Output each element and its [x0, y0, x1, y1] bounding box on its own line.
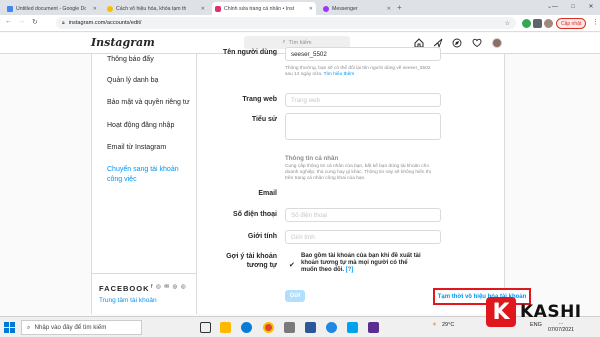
settings-card: Thông báo đẩy Quản lý danh bạ Bảo mật và… — [91, 47, 531, 314]
suggest-text: Bao gồm tài khoản của bạn khi đề xuất tà… — [301, 253, 421, 273]
word-icon[interactable] — [305, 322, 316, 333]
weather-icon[interactable]: ☀ — [432, 322, 437, 328]
task-view-icon[interactable] — [200, 322, 211, 333]
username-help-text: Thông thường, bạn sẽ có thể đổi lại tên … — [285, 66, 435, 78]
tab-title: Cách vô hiệu hóa, khóa tạm thời — [116, 5, 186, 12]
browser-tab-docs[interactable]: Untitled document - Google Do ✕ — [4, 2, 100, 15]
instagram-icon — [215, 5, 221, 12]
extensions-puzzle-icon[interactable] — [533, 19, 542, 28]
reload-icon[interactable]: ↻ — [32, 18, 38, 26]
username-label: Tên người dùng — [223, 49, 277, 56]
browser-tab-guide[interactable]: Cách vô hiệu hóa, khóa tạm thời ✕ — [104, 2, 208, 15]
tab-title: Messenger — [332, 5, 358, 12]
website-label: Trang web — [242, 96, 277, 103]
sidebar-item-push-notifications[interactable]: Thông báo đẩy — [107, 56, 154, 63]
update-label: Cập nhật — [561, 20, 582, 27]
app-icon[interactable] — [347, 322, 358, 333]
minimize-button[interactable]: — — [546, 0, 564, 15]
zalo-icon[interactable] — [326, 322, 337, 333]
gender-placeholder: Giới tính — [291, 233, 315, 241]
lock-icon: 🔒︎ — [62, 20, 65, 26]
close-icon[interactable]: ✕ — [309, 6, 313, 12]
extension-icon[interactable] — [522, 19, 531, 28]
personal-info-title: Thông tin cá nhân — [285, 155, 339, 162]
forward-icon[interactable]: → — [18, 18, 25, 25]
new-tab-button[interactable]: + — [397, 3, 402, 12]
explore-icon[interactable] — [451, 37, 462, 48]
personal-info-help: Cung cấp thông tin cá nhân của bạn, bất … — [285, 164, 431, 181]
settings-sidebar: Thông báo đẩy Quản lý danh bạ Bảo mật và… — [92, 54, 197, 314]
sidebar-item-privacy[interactable]: Bảo mật và quyền riêng tư — [107, 99, 190, 106]
search-icon: ⌕ — [27, 323, 31, 331]
phone-field[interactable]: Số điện thoại — [285, 208, 441, 222]
sidebar-item-emails[interactable]: Email từ Instagram — [107, 144, 166, 151]
browser-tab-strip: Untitled document - Google Do ✕ Cách vô … — [0, 0, 600, 15]
browser-toolbar: ← → ↻ 🔒︎ instagram.com/accounts/edit/ ☆ … — [0, 15, 600, 32]
phone-placeholder: Số điện thoại — [291, 211, 328, 219]
address-bar[interactable]: 🔒︎ instagram.com/accounts/edit/ ☆ — [56, 17, 516, 29]
search-placeholder: Tìm kiếm — [288, 39, 312, 46]
profile-avatar-icon[interactable] — [544, 19, 553, 28]
accounts-center-link[interactable]: Trung tâm tài khoản — [99, 297, 157, 304]
sidebar-item-login-activity[interactable]: Hoạt động đăng nhập — [107, 122, 174, 129]
tab-title: Untitled document - Google Do — [16, 5, 86, 12]
taskbar-search-placeholder: Nhập vào đây để tìm kiếm — [34, 324, 107, 331]
facebook-logo: FACEBOOK — [99, 284, 150, 293]
chrome-icon[interactable] — [263, 322, 274, 333]
gender-field[interactable]: Giới tính — [285, 230, 441, 244]
edge-icon[interactable] — [241, 322, 252, 333]
close-icon[interactable]: ✕ — [387, 6, 391, 12]
instagram-logo[interactable]: Instagram — [91, 36, 155, 49]
close-icon[interactable]: ✕ — [201, 6, 205, 12]
app-icon[interactable] — [368, 322, 379, 333]
kashi-watermark: K KASHI — [486, 290, 582, 334]
maximize-button[interactable]: □ — [564, 0, 582, 15]
windows-start-icon[interactable] — [4, 322, 15, 333]
similar-accounts-label: Gợi ý tài khoản tương tự — [226, 253, 277, 269]
kashi-logo-icon: K — [486, 297, 516, 327]
site-icon — [107, 5, 113, 12]
bio-label: Tiểu sử — [251, 116, 277, 123]
more-menu-icon[interactable]: ⋮ — [592, 18, 599, 26]
similar-accounts-description: Bao gồm tài khoản của bạn khi đề xuất tà… — [301, 253, 421, 274]
submit-button[interactable]: Gửi — [285, 290, 305, 302]
sidebar-item-contacts[interactable]: Quản lý danh bạ — [107, 77, 158, 84]
edit-profile-form: Tên người dùng seeser_5502 Thông thường,… — [197, 47, 531, 314]
taskbar-search-input[interactable]: ⌕ Nhập vào đây để tìm kiếm — [21, 320, 142, 335]
email-label: Email — [258, 190, 277, 197]
url-text: instagram.com/accounts/edit/ — [68, 20, 142, 26]
username-help: Thông thường, bạn sẽ có thể đổi lại tên … — [285, 66, 431, 77]
browser-tab-instagram[interactable]: Chỉnh sửa trang cá nhân • Instagr ✕ — [212, 2, 316, 15]
avatar[interactable] — [492, 38, 502, 48]
username-field[interactable]: seeser_5502 — [285, 47, 441, 61]
sidebar-item-business-account[interactable]: Chuyển sang tài khoản công việc — [107, 165, 192, 185]
meta-apps-icons: f ◎ ✉ ◎ ◎ — [151, 284, 187, 290]
username-value: seeser_5502 — [291, 50, 327, 58]
help-icon[interactable]: [?] — [346, 267, 354, 273]
messenger-icon — [323, 5, 329, 12]
learn-more-link[interactable]: Tìm hiểu thêm — [324, 72, 355, 77]
bio-textarea[interactable] — [285, 113, 441, 140]
back-icon[interactable]: ← — [5, 18, 12, 25]
file-explorer-icon[interactable] — [220, 322, 231, 333]
website-field[interactable]: Trang web — [285, 93, 441, 107]
close-window-button[interactable]: ✕ — [582, 0, 600, 15]
gender-label: Giới tính — [247, 233, 277, 240]
similar-accounts-checkbox-icon[interactable]: ✔ — [289, 261, 295, 269]
kashi-logo-text: KASHI — [520, 302, 582, 322]
heart-icon[interactable] — [471, 37, 482, 48]
close-icon[interactable]: ✕ — [93, 6, 97, 12]
search-icon: ⌕ — [282, 39, 286, 45]
window-controls: — □ ✕ — [546, 0, 600, 15]
bookmark-star-icon[interactable]: ☆ — [505, 20, 510, 27]
phone-label: Số điện thoại — [233, 211, 277, 218]
facebook-section: FACEBOOK f ◎ ✉ ◎ ◎ Trung tâm tài khoản — [92, 273, 196, 304]
website-placeholder: Trang web — [291, 96, 321, 104]
tab-title: Chỉnh sửa trang cá nhân • Instagr — [224, 5, 294, 12]
google-docs-icon — [7, 5, 13, 12]
browser-tab-messenger[interactable]: Messenger ✕ — [320, 2, 394, 15]
weather-text[interactable]: 29°C — [442, 322, 454, 328]
app-icon[interactable] — [284, 322, 295, 333]
update-button[interactable]: Cập nhật — [556, 18, 587, 29]
